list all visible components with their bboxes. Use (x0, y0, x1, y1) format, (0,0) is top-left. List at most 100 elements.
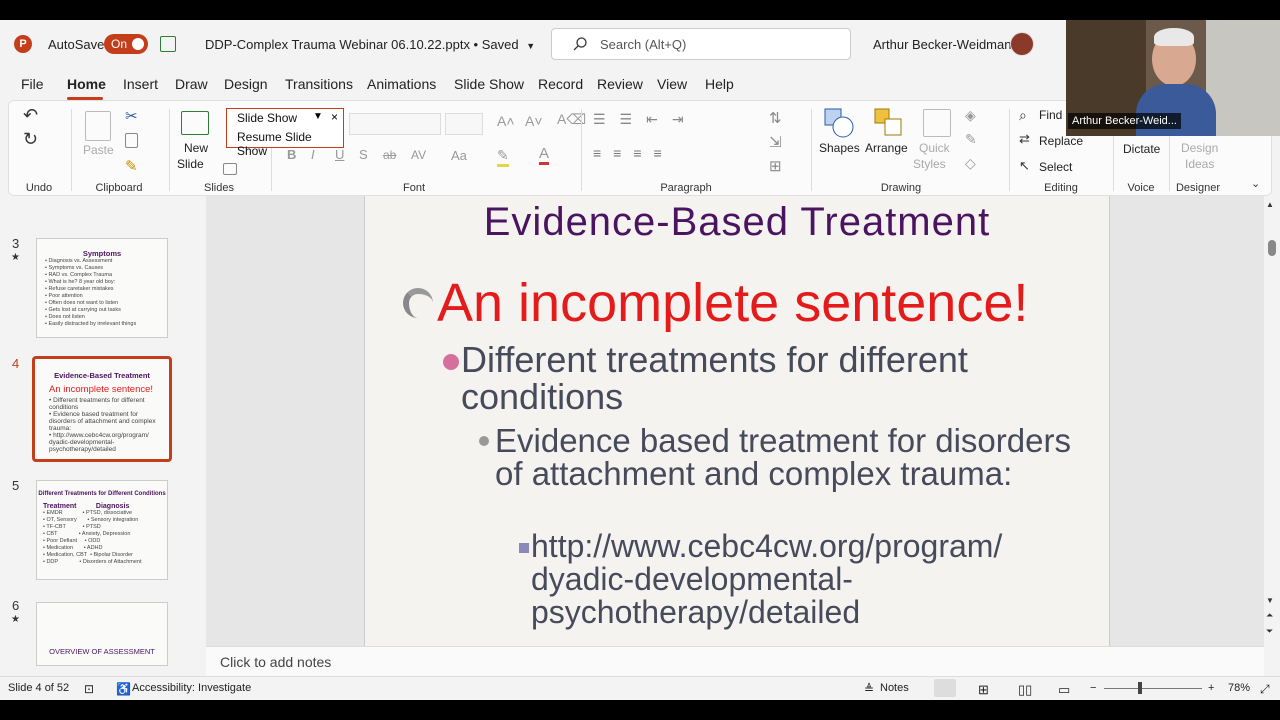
zoom-slider-thumb[interactable] (1138, 682, 1142, 694)
design-ideas-label-2: Ideas (1185, 157, 1215, 171)
shape-fill-icon[interactable]: ◈ (965, 107, 976, 124)
chevron-down-icon[interactable]: ▼ (313, 111, 323, 122)
cut-icon[interactable]: ✂ (125, 107, 138, 125)
zoom-slider[interactable] (1104, 688, 1202, 689)
thumbnail-line: • http://www.cebc4cw.org/program/ (49, 432, 149, 439)
person-hair (1154, 28, 1194, 46)
slide-show-view-icon[interactable]: ▭ (1058, 682, 1070, 698)
paste-icon[interactable] (85, 111, 111, 141)
new-slide-icon[interactable] (181, 111, 209, 135)
slide-thumbnail-4-selected[interactable]: Evidence-Based Treatment An incomplete s… (32, 356, 172, 462)
next-slide-icon[interactable]: ⏷ (1266, 626, 1273, 637)
slide-thumbnail-6[interactable]: OVERVIEW OF ASSESSMENT (36, 602, 168, 666)
tab-draw[interactable]: Draw (175, 76, 208, 92)
document-title-text: DDP-Complex Trauma Webinar 06.10.22.pptx… (205, 37, 519, 52)
align-text-icon[interactable]: ⇲ (769, 133, 782, 151)
slide-show-dropdown: Slide Show ▼ × Resume Slide Show (226, 108, 344, 158)
change-case-button[interactable]: Aa (451, 148, 467, 163)
design-ideas-label-1[interactable]: Design (1181, 141, 1218, 155)
notes-placeholder: Click to add notes (220, 654, 332, 670)
menu-item-resume-slide-show[interactable]: Resume Slide Show (237, 130, 343, 158)
close-icon[interactable]: × (331, 110, 338, 124)
user-name[interactable]: Arthur Becker-Weidman (873, 37, 1011, 52)
list-icons[interactable]: ☰☰⇤⇥ (593, 111, 698, 128)
slide-bullet-level-4[interactable]: http://www.cebc4cw.org/program/ dyadic-d… (531, 530, 1091, 629)
search-box[interactable]: Search (Alt+Q) (551, 28, 851, 60)
notes-pane[interactable]: Click to add notes (206, 646, 1264, 676)
scroll-down-icon[interactable]: ▼ (1266, 596, 1274, 605)
shapes-icon[interactable] (823, 107, 855, 139)
tab-review[interactable]: Review (597, 76, 643, 92)
layout-icon[interactable] (223, 163, 237, 175)
tab-home[interactable]: Home (67, 76, 106, 92)
undo-icon[interactable]: ↶ (23, 105, 38, 126)
text-direction-icon[interactable]: ⇅ (769, 109, 782, 127)
scrollbar-thumb[interactable] (1268, 240, 1276, 256)
tab-record[interactable]: Record (538, 76, 583, 92)
thumbnail-line: An incomplete sentence! (49, 384, 154, 395)
font-color-icon[interactable]: A (539, 145, 550, 165)
shape-effects-icon[interactable]: ◇ (965, 155, 976, 172)
collapse-ribbon-icon[interactable]: ⌄ (1251, 177, 1260, 190)
shrink-font-icon[interactable]: A˅ (525, 113, 543, 129)
spelling-check-icon[interactable]: ⊡ (84, 682, 94, 696)
thumbnail-body: Treatment Diagnosis • EMDR • PTSD, disso… (43, 503, 167, 566)
thumbnail-title: Different Treatments for Different Condi… (38, 491, 166, 497)
fit-to-window-icon[interactable]: ⤢ (1260, 682, 1270, 697)
zoom-level[interactable]: 78% (1228, 682, 1250, 694)
thumbnail-body: • Diagnosis vs. Assessment • Symptoms vs… (45, 258, 165, 328)
autosave-toggle[interactable]: On (104, 34, 148, 54)
tab-help[interactable]: Help (705, 76, 734, 92)
align-icons[interactable]: ≡≡≡≡ (593, 145, 674, 161)
arrange-icon[interactable] (873, 107, 905, 139)
shape-outline-icon[interactable]: ✎ (965, 131, 977, 148)
smartart-icon[interactable]: ⊞ (769, 157, 782, 175)
find-button[interactable]: Find (1039, 108, 1062, 122)
thumbnail-body: • Different treatments for different con… (49, 397, 173, 453)
format-painter-icon[interactable]: ✎ (125, 157, 138, 175)
document-title[interactable]: DDP-Complex Trauma Webinar 06.10.22.pptx… (205, 37, 535, 52)
vertical-scrollbar[interactable]: ▲ ▼ ⏶ ⏷ (1264, 196, 1280, 646)
tab-animations[interactable]: Animations (367, 76, 436, 92)
zoom-in-icon[interactable]: + (1208, 682, 1214, 694)
font-size-select[interactable] (445, 113, 483, 135)
redo-icon[interactable]: ↻ (23, 129, 38, 150)
notes-toggle[interactable]: Notes (880, 682, 909, 694)
font-name-select[interactable] (349, 113, 441, 135)
menu-item-slide-show[interactable]: Slide Show (237, 111, 297, 125)
zoom-out-icon[interactable]: − (1090, 682, 1096, 694)
character-spacing-button[interactable]: AV (411, 148, 426, 162)
grow-font-icon[interactable]: A˄ (497, 113, 515, 129)
tab-design[interactable]: Design (224, 76, 268, 92)
tab-insert[interactable]: Insert (123, 76, 158, 92)
dictate-button[interactable]: Dictate (1123, 142, 1160, 156)
reading-view-icon[interactable]: ▯▯ (1018, 682, 1032, 698)
slide-thumbnail-5[interactable]: Different Treatments for Different Condi… (36, 480, 168, 580)
slide-title[interactable]: Evidence-Based Treatment (365, 200, 1109, 245)
replace-button[interactable]: Replace (1039, 134, 1083, 148)
slide-sorter-icon[interactable]: ⊞ (978, 682, 989, 698)
slide-bullet-level-2[interactable]: Different treatments for different condi… (461, 341, 1081, 415)
copy-icon[interactable] (125, 133, 138, 148)
tab-view[interactable]: View (657, 76, 687, 92)
tab-slide-show[interactable]: Slide Show (454, 76, 524, 92)
thumbnail-line: • OT, Sensory • Sensory integration (43, 517, 139, 523)
slide-thumbnail-3[interactable]: Symptoms • Diagnosis vs. Assessment • Sy… (36, 238, 168, 338)
highlight-icon[interactable]: ✎ (497, 147, 509, 167)
tab-transitions[interactable]: Transitions (285, 76, 353, 92)
avatar[interactable] (1010, 32, 1034, 56)
strikethrough-button[interactable]: ab (383, 148, 396, 162)
shadow-button[interactable]: S (359, 147, 368, 162)
current-slide[interactable]: Evidence-Based Treatment An incomplete s… (364, 196, 1110, 646)
save-icon[interactable] (160, 36, 176, 52)
slide-bullet-level-3[interactable]: Evidence based treatment for disorders o… (495, 424, 1095, 490)
accessibility-status[interactable]: Accessibility: Investigate (132, 682, 251, 694)
divider (811, 109, 812, 191)
tab-file[interactable]: File (21, 76, 44, 92)
quick-styles-icon[interactable] (923, 109, 951, 137)
slide-bullet-level-1[interactable]: An incomplete sentence! (437, 272, 1028, 334)
normal-view-button[interactable] (934, 679, 956, 697)
select-button[interactable]: Select (1039, 160, 1072, 174)
previous-slide-icon[interactable]: ⏶ (1266, 610, 1273, 621)
scroll-up-icon[interactable]: ▲ (1266, 200, 1274, 209)
